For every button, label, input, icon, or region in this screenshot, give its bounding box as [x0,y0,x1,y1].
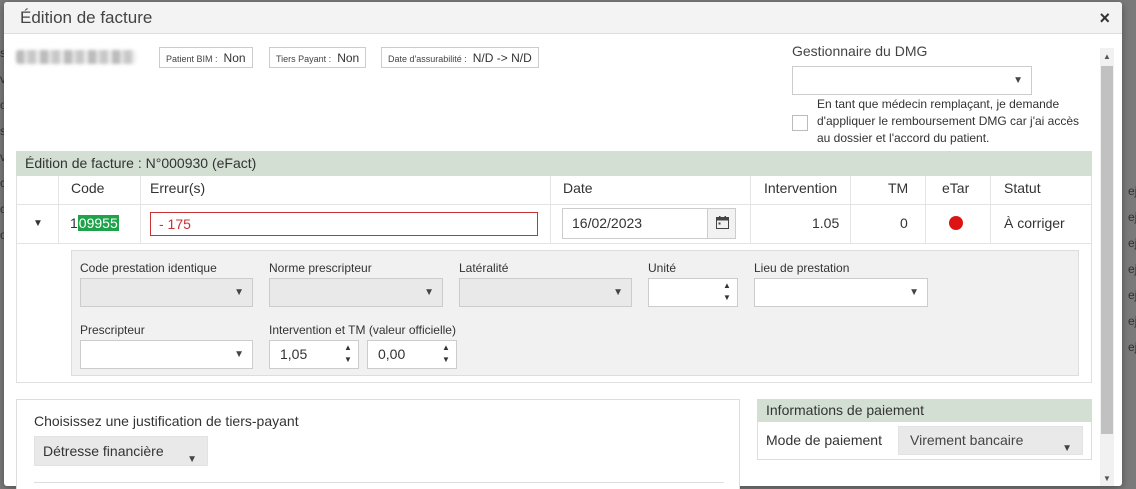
column-divider [58,176,59,244]
code-highlight: 09955 [77,215,119,231]
column-header-intervention: Intervention [764,180,838,196]
chip-label: Patient BIM : [166,54,218,64]
column-divider [850,176,851,244]
header-divider [16,204,1092,205]
payment-mode-label: Mode de paiement [766,432,882,448]
dmg-replacement-checkbox[interactable] [792,115,808,131]
column-divider [550,176,551,244]
stepper-arrows-icon[interactable]: ▲ ▼ [440,342,452,367]
lieu-prestation-select[interactable]: ▼ [754,278,928,307]
chevron-down-icon: ▼ [424,287,434,298]
date-value: 16/02/2023 [572,215,643,231]
lieu-prestation-label: Lieu de prestation [754,261,850,275]
chip-label: Tiers Payant : [276,54,332,64]
scrollbar[interactable]: ▲ ▼ [1100,48,1114,486]
dmg-replacement-text: En tant que médecin remplaçant, je deman… [817,97,1080,145]
column-divider [140,176,141,244]
unite-label: Unité [648,261,677,275]
chevron-down-icon: ▼ [187,454,197,465]
chevron-down-icon: ▼ [613,287,623,298]
etar-status-dot-icon [949,216,963,230]
stepper-arrows-icon[interactable]: ▲ ▼ [342,342,354,367]
column-divider [990,176,991,244]
intervention-official-value: 1,05 [280,346,308,362]
prescripteur-label: Prescripteur [80,323,145,337]
chevron-down-icon: ▼ [234,287,244,298]
patient-bim-chip: Patient BIM : Non [159,47,253,68]
norme-prescripteur-select[interactable]: ▼ [269,278,443,307]
scroll-thumb[interactable] [1101,66,1113,434]
column-header-date: Date [563,180,593,196]
payment-mode-value: Virement bancaire [910,432,1024,448]
tiers-payant-value: Détresse financière [43,443,164,459]
tm-value: 0 [900,215,908,231]
date-field[interactable]: 16/02/2023 [562,208,736,239]
code-prestation-identique-label: Code prestation identique [80,261,217,275]
column-header-tm: TM [888,180,909,196]
chip-value: Non [337,51,360,65]
close-button[interactable]: × [1099,8,1110,29]
chevron-down-icon: ▼ [909,287,919,298]
chip-value: N/D -> N/D [472,51,532,65]
scroll-up-arrow-icon[interactable]: ▲ [1100,50,1114,64]
dmg-manager-label: Gestionnaire du DMG [792,43,928,59]
payment-section-title: Informations de paiement [757,399,1092,422]
assurability-date-chip: Date d'assurabilité : N/D -> N/D [381,47,539,68]
tm-official-value: 0,00 [378,346,406,362]
tiers-payant-chip: Tiers Payant : Non [269,47,367,68]
column-divider [750,176,751,244]
tiers-payant-divider [34,482,724,483]
calendar-icon [716,216,729,229]
intervention-official-stepper[interactable]: 1,05 ▲ ▼ [269,340,359,369]
calendar-button[interactable] [707,209,735,238]
chip-label: Date d'assurabilité : [388,54,467,64]
patient-name-blurred [16,50,136,64]
payment-mode-select[interactable]: Virement bancaire ▼ [898,426,1083,455]
dialog-header: Édition de facture × [4,2,1122,34]
code-cell: 109955 [70,215,119,231]
tiers-payant-label: Choisissez une justification de tiers-pa… [34,413,299,429]
chip-value: Non [223,51,246,65]
column-divider [925,176,926,244]
code-prefix: 1 [70,215,78,231]
stepper-arrows-icon[interactable]: ▲ ▼ [721,280,733,305]
statut-value: À corriger [1004,215,1065,231]
intervention-tm-label: Intervention et TM (valeur officielle) [269,323,456,337]
column-header-statut: Statut [1004,180,1041,196]
chevron-down-icon: ▼ [1013,75,1023,86]
norme-prescripteur-label: Norme prescripteur [269,261,372,275]
code-prestation-identique-select[interactable]: ▼ [80,278,253,307]
chevron-down-icon: ▼ [234,349,244,360]
row-divider [16,243,1092,244]
chevron-down-icon: ▼ [1062,443,1072,454]
intervention-value: 1.05 [812,215,840,231]
dmg-manager-select[interactable]: ▼ [792,66,1032,95]
row-expand-toggle-icon[interactable]: ▼ [33,218,43,229]
lateralite-label: Latéralité [459,261,509,275]
tm-official-stepper[interactable]: 0,00 ▲ ▼ [367,340,457,369]
column-header-etar: eTar [942,180,970,196]
lateralite-select[interactable]: ▼ [459,278,632,307]
column-header-code: Code [71,180,105,196]
dialog-title: Édition de facture [20,8,153,27]
invoice-section-title: Édition de facture : N°000930 (eFact) [16,151,1092,176]
column-header-errors: Erreur(s) [150,180,206,196]
prescripteur-select[interactable]: ▼ [80,340,253,369]
tiers-payant-select[interactable]: Détresse financière ▼ [34,436,208,466]
scroll-down-arrow-icon[interactable]: ▼ [1100,472,1114,486]
unite-stepper[interactable]: ▲ ▼ [648,278,738,307]
backdrop-right-text: ejejejejejejej [1128,184,1136,354]
errors-field[interactable]: - 175 [150,212,538,236]
